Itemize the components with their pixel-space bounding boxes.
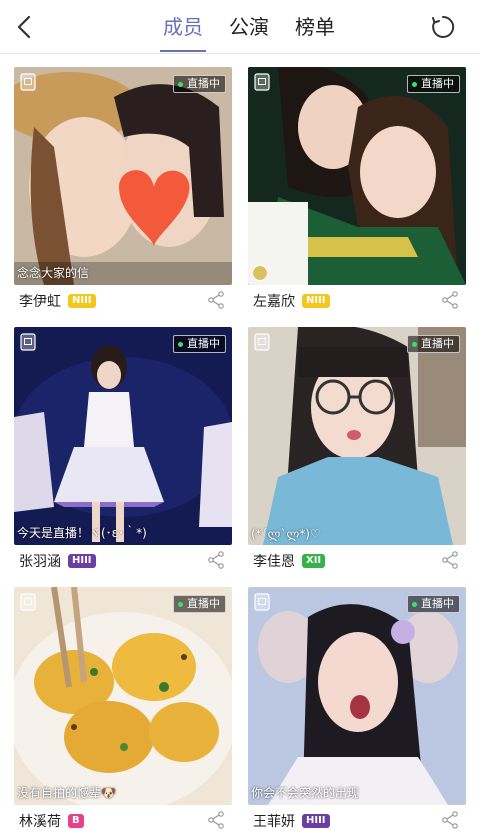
thumbnail-image [14, 587, 232, 805]
document-icon [20, 73, 36, 91]
share-button[interactable] [440, 810, 460, 830]
live-caption: 你会不会突然的出现 [251, 786, 360, 800]
member-name: 李伊虹 [19, 294, 61, 310]
member-name: 李佳恩 [253, 554, 295, 570]
live-thumbnail[interactable]: 直播中 没有自拍的憾辈🐶 [14, 587, 232, 805]
live-caption: 念念大家的信 [17, 266, 90, 280]
thumbnail-image [14, 67, 232, 285]
tab-bar: 成员 公演 榜单 [160, 0, 338, 54]
chevron-left-icon [17, 15, 31, 39]
live-dot-icon [412, 81, 417, 87]
live-thumbnail[interactable]: 直播中 你会不会突然的出现 [248, 587, 466, 805]
tab-rankings[interactable]: 榜单 [292, 0, 338, 54]
member-info: 李伊虹 NIII [14, 289, 232, 313]
live-thumbnail[interactable]: 直播中 今天是直播！ヾ(･ε･｀*) [14, 327, 232, 545]
team-badge: XII [302, 554, 326, 568]
share-button[interactable] [206, 290, 226, 310]
live-dot-icon [412, 341, 417, 347]
live-thumbnail[interactable]: 直播中 念念大家的信 [14, 67, 232, 285]
share-button[interactable] [206, 550, 226, 570]
live-label: 直播中 [187, 597, 220, 610]
live-badge: 直播中 [173, 335, 226, 353]
share-icon [442, 811, 458, 829]
live-thumbnail[interactable]: 直播中 (*´ლ`ლ*)♡ [248, 327, 466, 545]
top-bar: 成员 公演 榜单 [0, 0, 480, 54]
share-icon [208, 291, 224, 309]
member-info: 林溪荷 B [14, 809, 232, 833]
member-name: 林溪荷 [19, 814, 61, 830]
member-info: 李佳恩 XII [248, 549, 466, 573]
share-icon [442, 551, 458, 569]
document-icon [254, 73, 270, 91]
live-badge: 直播中 [407, 335, 460, 353]
share-button[interactable] [440, 290, 460, 310]
live-label: 直播中 [421, 337, 454, 350]
member-info: 王菲妍 HIII [248, 809, 466, 833]
live-label: 直播中 [421, 597, 454, 610]
team-badge: HIII [68, 554, 96, 568]
live-caption: (*´ლ`ლ*)♡ [251, 527, 321, 541]
live-thumbnail[interactable]: 直播中 [248, 67, 466, 285]
member-name: 王菲妍 [253, 814, 295, 830]
live-dot-icon [178, 81, 183, 87]
tab-members[interactable]: 成员 [160, 0, 206, 54]
thumbnail-image [14, 327, 232, 545]
member-info: 张羽涵 HIII [14, 549, 232, 573]
thumbnail-image [248, 67, 466, 285]
live-label: 直播中 [187, 77, 220, 90]
team-badge: HIII [302, 814, 330, 828]
share-button[interactable] [206, 810, 226, 830]
member-card[interactable]: 直播中 左嘉欣 NIII [248, 67, 466, 310]
live-caption: 没有自拍的憾辈🐶 [17, 786, 116, 800]
team-badge: NIII [302, 294, 330, 308]
member-card[interactable]: 直播中 你会不会突然的出现 王菲妍 HIII [248, 587, 466, 830]
avatar [252, 265, 268, 281]
thumbnail-image [248, 587, 466, 805]
member-name: 左嘉欣 [253, 294, 295, 310]
live-badge: 直播中 [173, 595, 226, 613]
live-dot-icon [178, 601, 183, 607]
back-button[interactable] [10, 12, 40, 42]
refresh-icon [432, 15, 455, 38]
live-badge: 直播中 [407, 75, 460, 93]
live-label: 直播中 [187, 337, 220, 350]
live-dot-icon [412, 601, 417, 607]
document-icon [20, 333, 36, 351]
share-icon [442, 291, 458, 309]
member-info: 左嘉欣 NIII [248, 289, 466, 313]
live-caption: 今天是直播！ヾ(･ε･｀*) [17, 526, 147, 540]
member-card[interactable]: 直播中 念念大家的信 李伊虹 NIII [14, 67, 232, 310]
member-name: 张羽涵 [19, 554, 61, 570]
team-badge: B [68, 814, 84, 828]
live-dot-icon [178, 341, 183, 347]
share-icon [208, 551, 224, 569]
member-card[interactable]: 直播中 (*´ლ`ლ*)♡ 李佳恩 XII [248, 327, 466, 570]
team-badge: NIII [68, 294, 96, 308]
member-card[interactable]: 直播中 今天是直播！ヾ(･ε･｀*) 张羽涵 HIII [14, 327, 232, 570]
thumbnail-image [248, 327, 466, 545]
document-icon [254, 333, 270, 351]
live-label: 直播中 [421, 77, 454, 90]
tab-performances[interactable]: 公演 [226, 0, 272, 54]
live-badge: 直播中 [407, 595, 460, 613]
member-card[interactable]: 直播中 没有自拍的憾辈🐶 林溪荷 B [14, 587, 232, 830]
refresh-button[interactable] [430, 14, 456, 40]
share-icon [208, 811, 224, 829]
member-grid: 直播中 念念大家的信 李伊虹 NIII 直播中 左嘉欣 NIII 直播中 今天是… [14, 67, 466, 830]
live-badge: 直播中 [173, 75, 226, 93]
share-button[interactable] [440, 550, 460, 570]
document-icon [20, 593, 36, 611]
document-icon [254, 593, 270, 611]
